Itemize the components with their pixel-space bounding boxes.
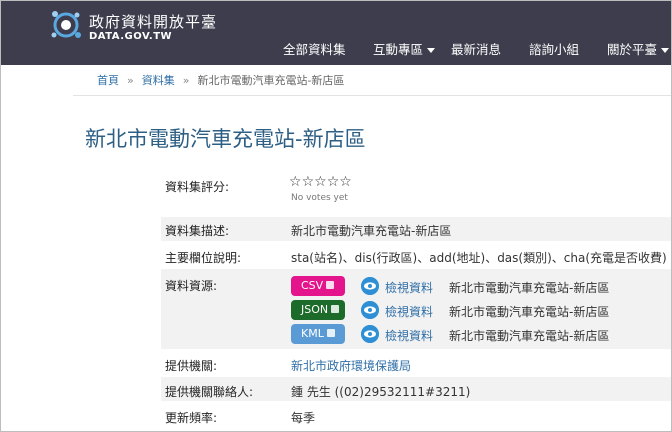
nav-interactive-label: 互動專區 <box>373 42 424 57</box>
nav-advisory[interactable]: 諮詢小組 <box>529 39 579 58</box>
resource-kml: KML 檢視資料 新北市電動汽車充電站-新店區 <box>291 324 671 346</box>
page-title: 新北市電動汽車充電站-新店區 <box>85 127 366 151</box>
site-name[interactable]: 政府資料開放平臺 <box>89 11 217 32</box>
breadcrumb-current: 新北市電動汽車充電站-新店區 <box>197 74 345 87</box>
contact-value: 鍾 先生 ((02)29532111#3211) <box>291 385 471 399</box>
breadcrumb-divider <box>73 95 671 96</box>
format-badge-json[interactable]: JSON <box>291 300 345 320</box>
eye-icon[interactable] <box>361 277 379 295</box>
description-label: 資料集描述: <box>165 224 230 238</box>
frequency-row: 更新頻率: 每季 <box>161 403 671 427</box>
star-icon[interactable]: ☆ <box>327 174 340 190</box>
provider-label: 提供機關: <box>165 359 218 373</box>
eye-icon[interactable] <box>361 301 379 319</box>
star-icon[interactable]: ☆ <box>339 174 352 190</box>
chevron-down-icon <box>661 48 670 53</box>
main-fields-label: 主要欄位說明: <box>165 251 242 265</box>
external-link-icon <box>326 329 335 337</box>
nav-all-datasets-label: 全部資料集 <box>283 42 346 57</box>
platform-logo-icon[interactable] <box>49 8 83 42</box>
nav-advisory-label: 諮詢小組 <box>529 42 580 57</box>
nav-news[interactable]: 最新消息 <box>451 39 501 58</box>
rating-row: 資料集評分: ☆☆☆☆☆ No votes yet <box>161 169 671 215</box>
resource-name: 新北市電動汽車充電站-新店區 <box>449 329 610 343</box>
description-value: 新北市電動汽車充電站-新店區 <box>291 224 452 238</box>
main-fields-row: 主要欄位說明: sta(站名)、dis(行政區)、add(地址)、das(類別)… <box>161 243 671 267</box>
main-fields-value: sta(站名)、dis(行政區)、add(地址)、das(類別)、cha(充電是… <box>291 251 667 265</box>
votes-count: No votes yet <box>291 193 348 203</box>
resource-json: JSON 檢視資料 新北市電動汽車充電站-新店區 <box>291 300 671 322</box>
description-row: 資料集描述: 新北市電動汽車充電站-新店區 <box>161 217 671 241</box>
nav-news-label: 最新消息 <box>451 42 502 57</box>
breadcrumb-home[interactable]: 首頁 <box>97 74 119 87</box>
rating-label: 資料集評分: <box>165 180 230 194</box>
contact-label: 提供機關聯絡人: <box>165 385 254 399</box>
frequency-label: 更新頻率: <box>165 411 218 425</box>
site-domain[interactable]: DATA.GOV.TW <box>89 31 172 42</box>
resource-name: 新北市電動汽車充電站-新店區 <box>449 281 610 295</box>
format-label: KML <box>301 327 324 340</box>
star-icon[interactable]: ☆ <box>289 174 302 190</box>
format-label: CSV <box>301 279 324 292</box>
provider-row: 提供機關: 新北市政府環境保護局 <box>161 351 671 375</box>
contact-row: 提供機關聯絡人: 鍾 先生 ((02)29532111#3211) <box>161 377 671 401</box>
format-label: JSON <box>301 303 329 316</box>
provider-link[interactable]: 新北市政府環境保護局 <box>291 357 411 374</box>
star-rating: ☆☆☆☆☆ <box>289 174 352 190</box>
nav-interactive[interactable]: 互動專區 <box>373 39 436 58</box>
breadcrumb-separator: » <box>127 74 134 87</box>
resources-label: 資料資源: <box>165 279 218 293</box>
external-link-icon <box>331 305 340 313</box>
view-data-link[interactable]: 檢視資料 <box>385 327 433 344</box>
star-icon[interactable]: ☆ <box>302 174 315 190</box>
resources-row: 資料資源: CSV 檢視資料 新北市電動汽車充電站-新店區 JSON 檢視資料 … <box>161 269 671 349</box>
resource-name: 新北市電動汽車充電站-新店區 <box>449 305 610 319</box>
nav-about-label: 關於平臺 <box>607 42 658 57</box>
external-link-icon <box>326 281 335 289</box>
breadcrumb: 首頁 » 資料集 » 新北市電動汽車充電站-新店區 <box>97 72 344 88</box>
nav-about[interactable]: 關於平臺 <box>607 39 670 58</box>
format-badge-csv[interactable]: CSV <box>291 276 345 296</box>
format-badge-kml[interactable]: KML <box>291 324 345 344</box>
resource-csv: CSV 檢視資料 新北市電動汽車充電站-新店區 <box>291 276 671 298</box>
chevron-down-icon <box>427 48 436 53</box>
browser-frame: 政府資料開放平臺 DATA.GOV.TW 全部資料集 互動專區 最新消息 諮詢小… <box>0 0 672 432</box>
view-data-link[interactable]: 檢視資料 <box>385 303 433 320</box>
eye-icon[interactable] <box>361 325 379 343</box>
nav-all-datasets[interactable]: 全部資料集 <box>283 39 346 58</box>
frequency-value: 每季 <box>291 411 316 425</box>
breadcrumb-separator: » <box>182 74 190 87</box>
view-data-link[interactable]: 檢視資料 <box>385 279 433 296</box>
star-icon[interactable]: ☆ <box>314 174 327 190</box>
site-header: 政府資料開放平臺 DATA.GOV.TW 全部資料集 互動專區 最新消息 諮詢小… <box>1 1 671 65</box>
breadcrumb-datasets[interactable]: 資料集 <box>142 74 175 87</box>
